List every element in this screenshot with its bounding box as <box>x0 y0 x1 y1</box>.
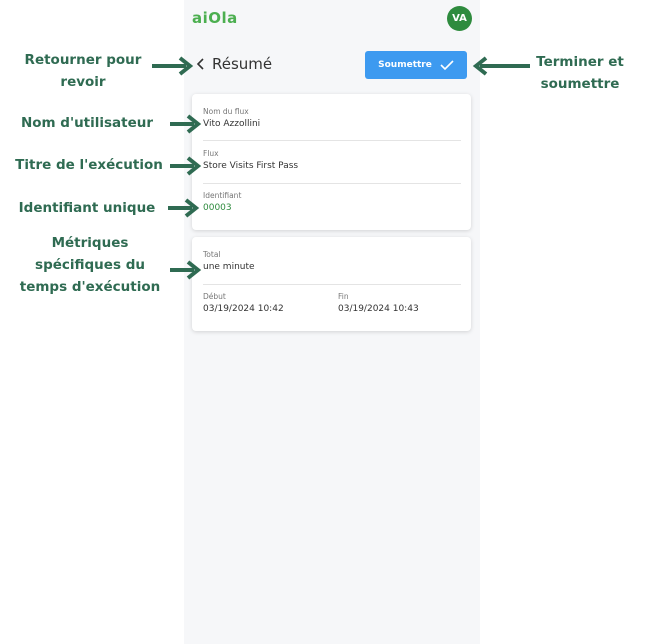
flow-name-label: Nom du flux <box>203 107 249 116</box>
flow-name-field: Nom du flux Vito Azzollini <box>203 107 461 129</box>
back-button[interactable]: Résumé <box>196 55 272 73</box>
arrow-right-icon <box>170 260 202 280</box>
flow-label: Flux <box>203 149 219 158</box>
flow-name-value: Vito Azzollini <box>203 119 261 129</box>
total-label: Total <box>203 250 221 259</box>
total-value: une minute <box>203 262 255 272</box>
start-value: 03/19/2024 10:42 <box>203 304 284 314</box>
arrow-right-icon <box>168 198 200 218</box>
flow-value: Store Visits First Pass <box>203 161 299 171</box>
flow-field: Flux Store Visits First Pass <box>203 149 461 171</box>
id-field: Identifiant 00003 <box>203 191 461 213</box>
end-label: Fin <box>338 292 349 301</box>
annotation-back: Retourner pour revoir <box>24 52 142 90</box>
end-value: 03/19/2024 10:43 <box>338 304 419 314</box>
aiola-logo: aiOla <box>192 9 238 27</box>
arrow-right-icon <box>170 114 202 134</box>
start-field: Début 03/19/2024 10:42 <box>203 292 323 314</box>
app-screen: aiOla VA Résumé Soumettre Nom du flux Vi… <box>184 0 480 644</box>
annotation-id: Identifiant unique <box>18 200 156 216</box>
arrow-right-icon <box>152 56 194 76</box>
divider <box>203 284 461 285</box>
submit-button-label: Soumettre <box>378 60 432 70</box>
id-value: 00003 <box>203 203 232 213</box>
submit-button[interactable]: Soumettre <box>365 51 467 79</box>
divider <box>203 183 461 184</box>
end-field: Fin 03/19/2024 10:43 <box>338 292 458 314</box>
flow-info-card: Nom du flux Vito Azzollini Flux Store Vi… <box>192 94 471 230</box>
total-field: Total une minute <box>203 250 461 272</box>
arrow-right-icon <box>170 156 202 176</box>
check-icon <box>440 60 454 71</box>
annotation-metrics: Métriques spécifiques du temps d'exécuti… <box>19 235 161 295</box>
annotation-title: Titre de l'exécution <box>15 157 163 173</box>
metrics-card: Total une minute Début 03/19/2024 10:42 … <box>192 237 471 331</box>
chevron-left-icon <box>196 58 204 70</box>
divider <box>203 140 461 141</box>
annotation-submit: Terminer et soumettre <box>536 54 624 92</box>
page-title: Résumé <box>212 55 273 73</box>
start-label: Début <box>203 292 226 301</box>
annotation-user: Nom d'utilisateur <box>20 115 154 131</box>
arrow-left-icon <box>472 56 530 76</box>
user-avatar[interactable]: VA <box>447 6 472 31</box>
id-label: Identifiant <box>203 191 242 200</box>
